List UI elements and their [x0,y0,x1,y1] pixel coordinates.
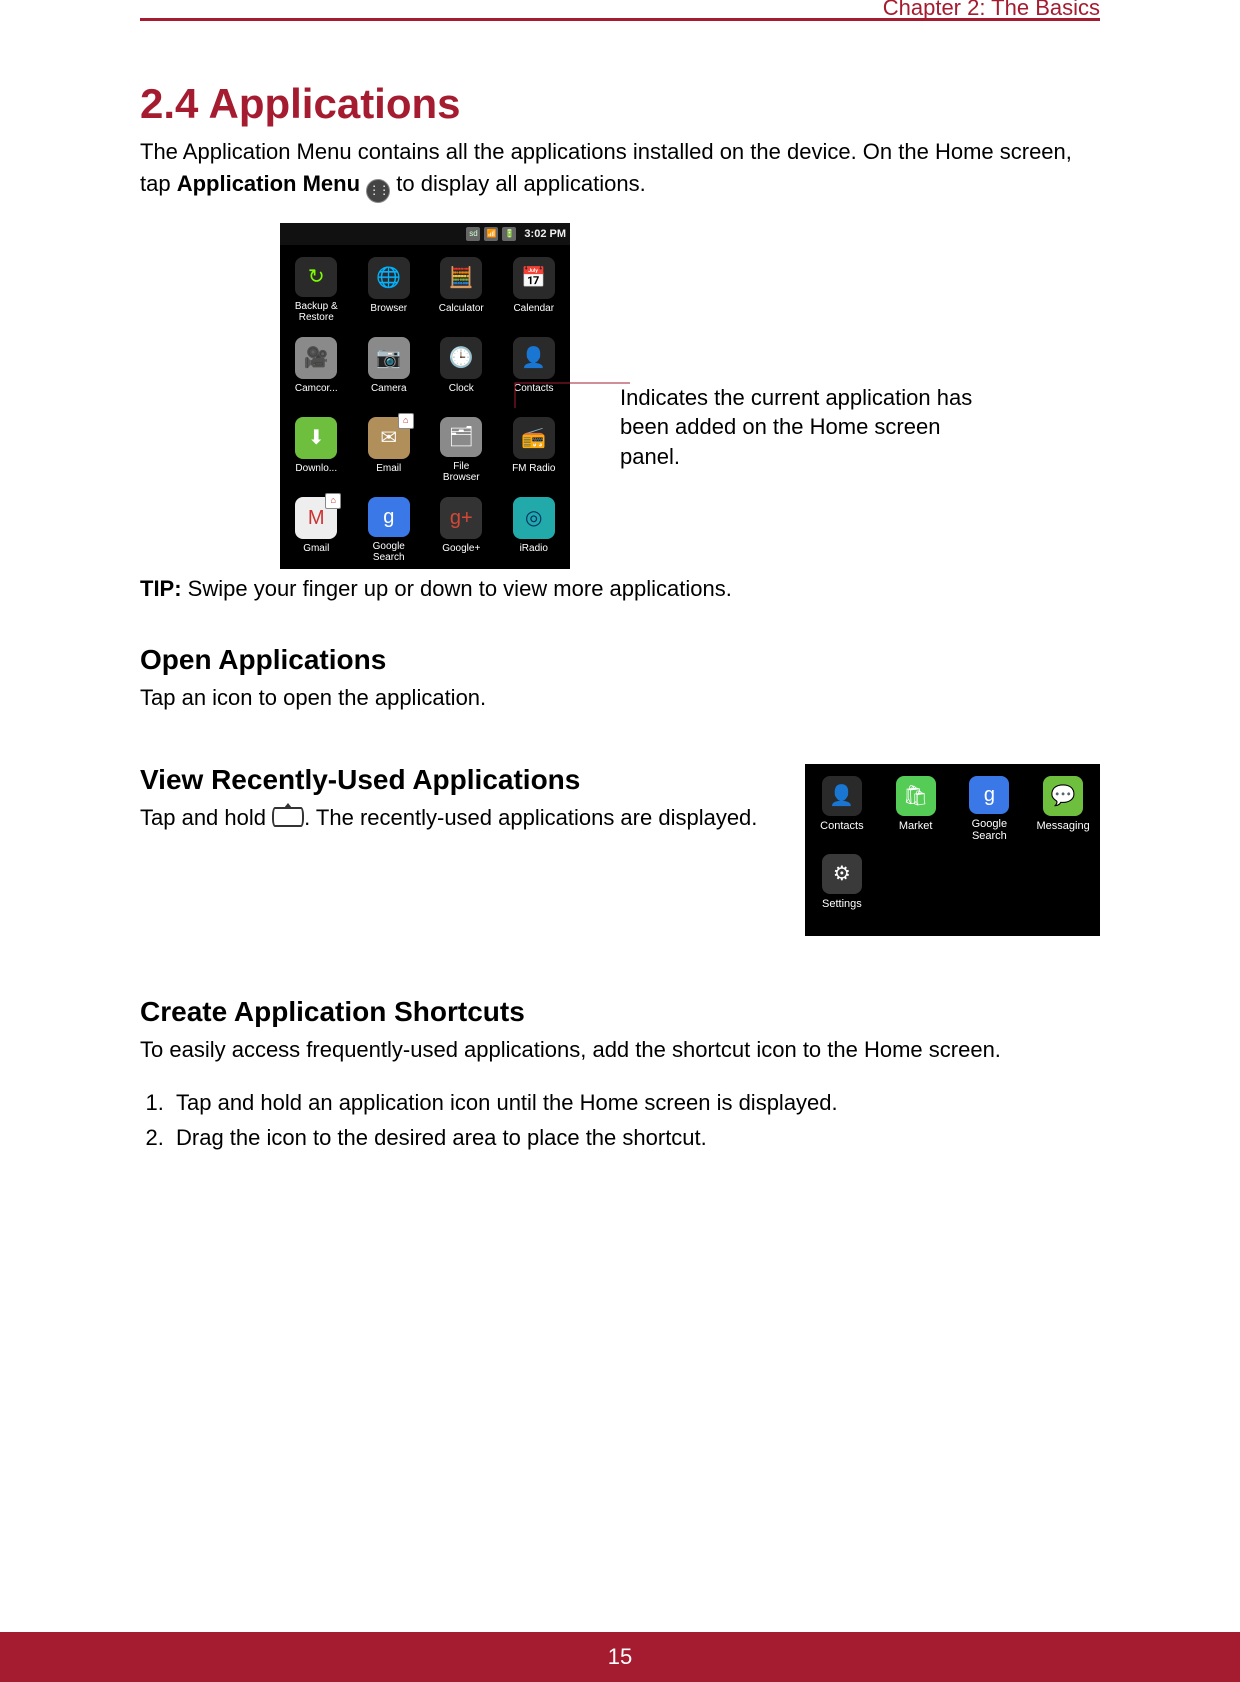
status-icon: 📶 [484,227,498,241]
intro-text-c: to display all applications. [390,171,646,196]
recent-app-icon: ⚙ [822,854,862,894]
app-label: File Browser [443,461,480,483]
app-icon: ↻ [295,257,337,297]
app-cell: 📻 FM Radio [498,409,571,489]
app-label: FM Radio [512,463,555,474]
home-badge-icon [398,413,414,429]
recent-app-cell: g Google Search [953,770,1027,848]
intro-paragraph: The Application Menu contains all the ap… [140,136,1100,203]
shortcuts-intro: To easily access frequently-used applica… [140,1034,1100,1066]
clock-time: 3:02 PM [524,228,566,240]
tip-line: TIP: Swipe your finger up or down to vie… [140,573,1100,605]
recent-app-icon: g [969,776,1009,814]
step-2: Drag the icon to the desired area to pla… [170,1121,1100,1154]
app-cell: 👤 Contacts [498,329,571,409]
recent-text-b: . The recently-used applications are dis… [304,805,757,830]
app-icon: ◎ [513,497,555,539]
app-cell: M Gmail [280,489,353,569]
app-menu-icon [366,179,390,203]
app-cell: ↻ Backup & Restore [280,249,353,329]
app-icon: g [368,497,410,537]
app-label: Calendar [513,303,554,314]
recent-app-icon: 💬 [1043,776,1083,816]
app-cell: ◎ iRadio [498,489,571,569]
open-heading: Open Applications [140,644,1100,676]
phone-screenshot: sd 📶 🔋 3:02 PM ↻ Backup & Restore 🌐 Browser… [280,223,570,569]
app-icon: 🧮 [440,257,482,299]
step-1: Tap and hold an application icon until t… [170,1086,1100,1119]
app-cell: g+ Google+ [425,489,498,569]
app-label: Camcor... [295,383,338,394]
app-icon: ⬇ [295,417,337,459]
app-cell: 🗂 File Browser [425,409,498,489]
app-icon: M [295,497,337,539]
app-icon: ✉ [368,417,410,459]
home-badge-icon [325,493,341,509]
recent-heading: View Recently-Used Applications [140,764,775,796]
recent-apps-screenshot: 👤 Contacts 🛍 Market g Google Search 💬 Messaging… [805,764,1100,936]
shortcuts-steps: Tap and hold an application icon until t… [140,1086,1100,1154]
app-cell: g Google Search [353,489,426,569]
app-cell: 📅 Calendar [498,249,571,329]
status-icon: 🔋 [502,227,516,241]
app-cell: 🌐 Browser [353,249,426,329]
intro-text-bold: Application Menu [177,171,360,196]
page-number: 15 [608,1644,632,1670]
app-icon: 📷 [368,337,410,379]
recent-app-cell: 💬 Messaging [1026,770,1100,848]
recent-app-cell: ⚙ Settings [805,848,879,926]
callout-text: Indicates the current application has be… [620,383,980,472]
app-label: Google Search [373,541,405,563]
app-label: Clock [449,383,474,394]
page-footer: 15 [0,1632,1240,1682]
app-cell: ⬇ Downlo... [280,409,353,489]
recent-app-cell: 🛍 Market [879,770,953,848]
section-title: 2.4 Applications [140,80,1100,128]
recent-app-icon: 🛍 [896,776,936,816]
app-cell: 🎥 Camcor... [280,329,353,409]
app-label: Camera [371,383,407,394]
app-icon: 🌐 [368,257,410,299]
chapter-label: Chapter 2: The Basics [883,0,1100,21]
app-icon: 📻 [513,417,555,459]
recent-text: Tap and hold . The recently-used applica… [140,802,775,834]
app-label: Calculator [439,303,484,314]
app-cell: 🕒 Clock [425,329,498,409]
app-cell: 🧮 Calculator [425,249,498,329]
app-label: Google+ [442,543,480,554]
tip-text: Swipe your finger up or down to view mor… [182,576,732,601]
app-icon: 🕒 [440,337,482,379]
callout-connector [570,373,630,573]
home-button-icon [272,807,304,827]
app-icon: 👤 [513,337,555,379]
recent-app-label: Contacts [820,820,863,832]
tip-label: TIP: [140,576,182,601]
recent-app-label: Market [899,820,933,832]
app-cell: ✉ Email [353,409,426,489]
shortcuts-heading: Create Application Shortcuts [140,996,1100,1028]
recent-text-a: Tap and hold [140,805,272,830]
app-icon: g+ [440,497,482,539]
app-label: Contacts [514,383,553,394]
app-icon: 🎥 [295,337,337,379]
recent-app-icon: 👤 [822,776,862,816]
recent-app-label: Google Search [972,818,1007,842]
app-label: Email [376,463,401,474]
app-label: Downlo... [295,463,337,474]
recent-app-label: Messaging [1037,820,1090,832]
recent-app-cell: 👤 Contacts [805,770,879,848]
recent-app-label: Settings [822,898,862,910]
app-label: Backup & Restore [295,301,338,323]
status-bar: sd 📶 🔋 3:02 PM [280,223,570,245]
status-icon: sd [466,227,480,241]
app-icon: 📅 [513,257,555,299]
app-cell: 📷 Camera [353,329,426,409]
app-icon: 🗂 [440,417,482,457]
app-label: Browser [370,303,407,314]
open-text: Tap an icon to open the application. [140,682,1100,714]
app-label: iRadio [520,543,548,554]
app-label: Gmail [303,543,329,554]
